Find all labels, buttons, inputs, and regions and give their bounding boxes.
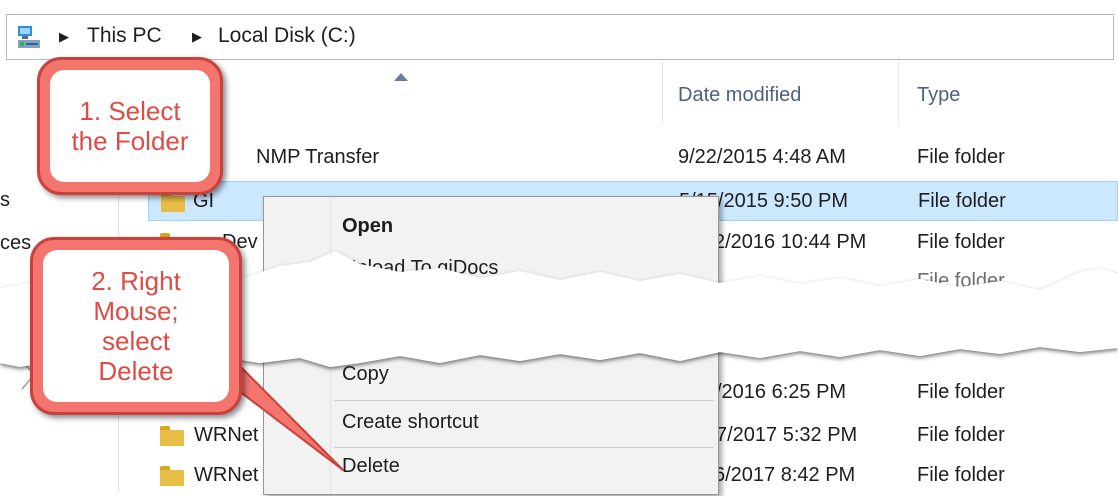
callout-step-1-text: 1. Select the Folder	[50, 70, 210, 182]
callout-step-1: 1. Select the Folder	[37, 57, 223, 195]
callout-step-2-text: 2. Right Mouse; select Delete	[43, 250, 229, 402]
callout-step-2: 2. Right Mouse; select Delete	[30, 237, 242, 415]
